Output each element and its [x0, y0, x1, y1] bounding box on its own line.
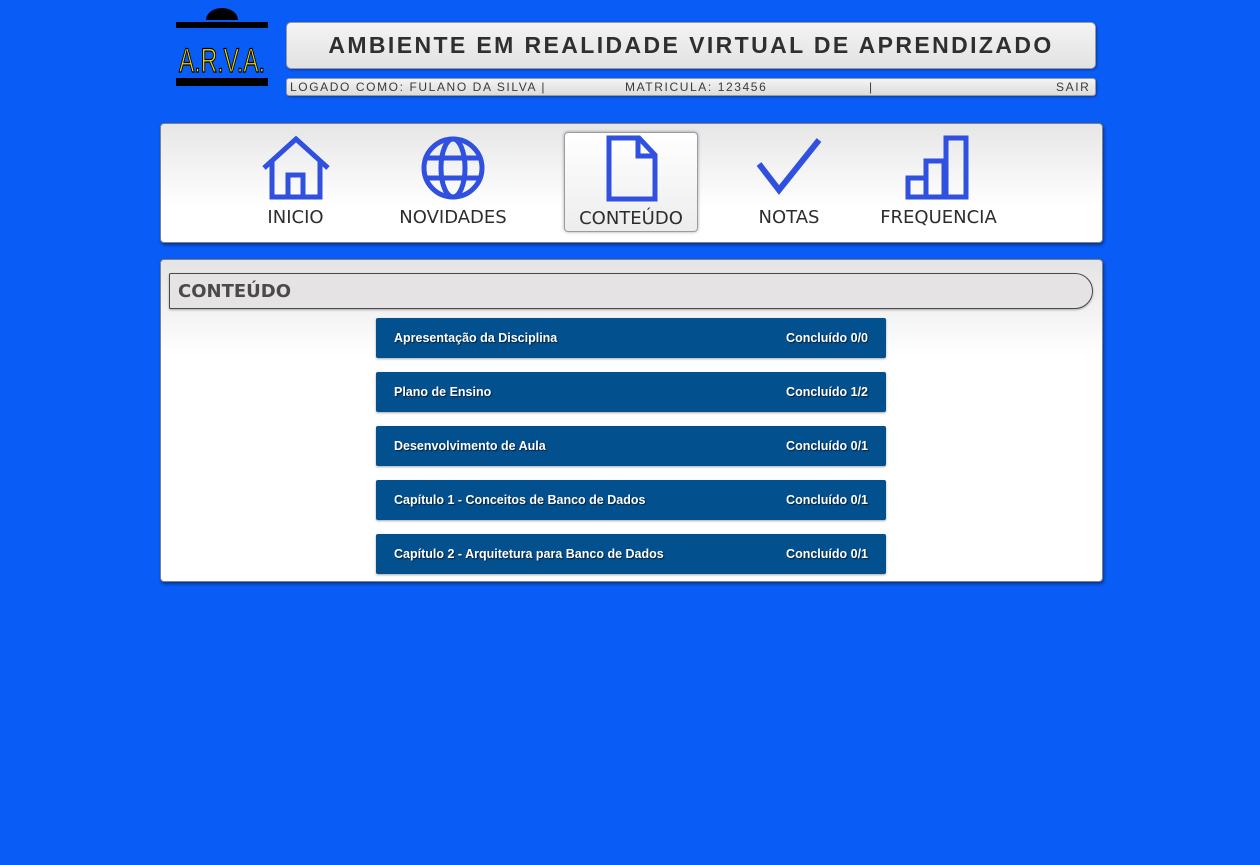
nav-label: NOVIDADES — [399, 207, 507, 228]
module-status: Concluído 0/1 — [786, 547, 868, 561]
module-title: Plano de Ensino — [394, 385, 492, 399]
nav-conteudo[interactable]: CONTEÚDO — [564, 132, 698, 232]
checkmark-icon — [756, 138, 822, 195]
arva-logo: A.R.V.A. — [176, 8, 268, 86]
info-separator: | — [869, 80, 874, 94]
globe-icon — [421, 136, 485, 200]
main-nav: INICIO NOVIDADES CONTEÚDO NOTAS FREQUENC… — [160, 123, 1103, 243]
logout-link[interactable]: SAIR — [1056, 79, 1090, 95]
module-status: Concluído 1/2 — [786, 385, 868, 399]
nav-label: NOTAS — [758, 207, 820, 228]
module-item[interactable]: Capítulo 2 - Arquitetura para Banco de D… — [376, 534, 886, 574]
nav-frequencia[interactable]: FREQUENCIA — [871, 132, 1006, 232]
module-status: Concluído 0/1 — [786, 439, 868, 453]
matricula-label: MATRICULA: 123456 — [625, 80, 768, 94]
module-item[interactable]: Apresentação da Disciplina Concluído 0/0 — [376, 318, 886, 358]
module-status: Concluído 0/0 — [786, 331, 868, 345]
nav-notas[interactable]: NOTAS — [749, 132, 829, 232]
nav-inicio[interactable]: INICIO — [253, 132, 338, 232]
nav-label: INICIO — [267, 207, 324, 228]
module-item[interactable]: Capítulo 1 - Conceitos de Banco de Dados… — [376, 480, 886, 520]
document-icon — [606, 135, 658, 202]
section-title-bar: CONTEÚDO — [169, 273, 1093, 309]
section-title: CONTEÚDO — [178, 280, 292, 302]
module-item[interactable]: Desenvolvimento de Aula Concluído 0/1 — [376, 426, 886, 466]
module-item[interactable]: Plano de Ensino Concluído 1/2 — [376, 372, 886, 412]
logged-user-label: LOGADO COMO: FULANO DA SILVA | — [290, 80, 547, 94]
module-title: Apresentação da Disciplina — [394, 331, 558, 345]
nav-label: FREQUENCIA — [880, 207, 997, 228]
home-icon — [261, 135, 330, 200]
content-panel: CONTEÚDO Apresentação da Disciplina Conc… — [160, 259, 1103, 582]
app-title-box: AMBIENTE EM REALIDADE VIRTUAL DE APRENDI… — [286, 22, 1096, 69]
nav-label: CONTEÚDO — [579, 208, 683, 229]
module-title: Capítulo 1 - Conceitos de Banco de Dados — [394, 493, 646, 507]
bar-chart-icon — [905, 135, 968, 200]
module-title: Capítulo 2 - Arquitetura para Banco de D… — [394, 547, 664, 561]
user-info-bar: LOGADO COMO: FULANO DA SILVA | MATRICULA… — [286, 78, 1096, 96]
logo-text: A.R.V.A. — [179, 42, 265, 80]
app-title: AMBIENTE EM REALIDADE VIRTUAL DE APRENDI… — [328, 32, 1054, 58]
module-status: Concluído 0/1 — [786, 493, 868, 507]
module-title: Desenvolvimento de Aula — [394, 439, 546, 453]
nav-novidades[interactable]: NOVIDADES — [389, 132, 517, 232]
